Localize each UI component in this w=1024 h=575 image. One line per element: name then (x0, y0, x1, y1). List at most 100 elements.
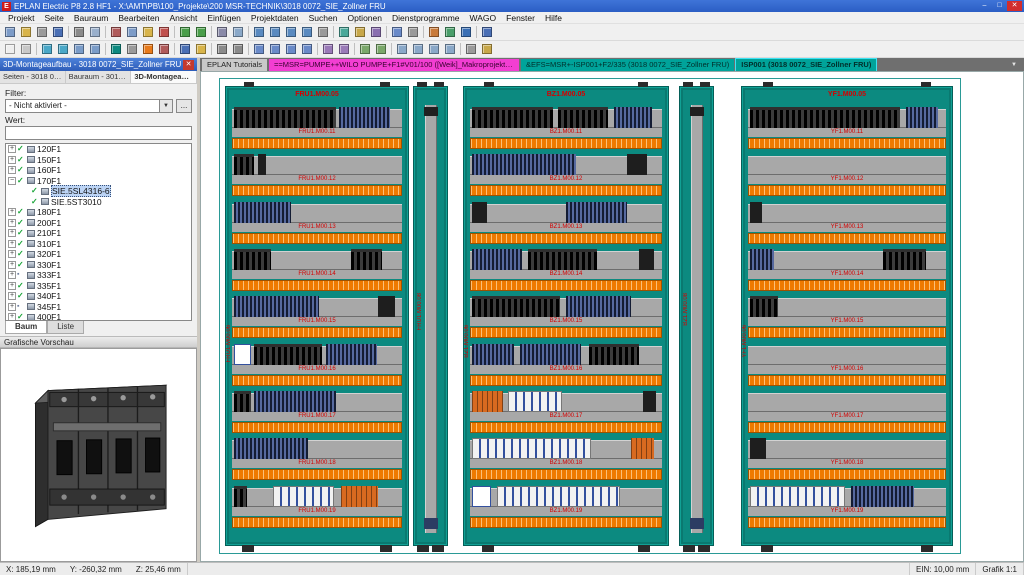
component-term[interactable] (566, 202, 627, 223)
component-or[interactable] (341, 486, 378, 507)
tree-item-400F1[interactable]: +✓400F1 (6, 312, 191, 321)
tab-list-dropdown-icon[interactable]: ▼ (1006, 59, 1022, 71)
component-term[interactable] (520, 344, 581, 365)
cabinet-panel[interactable]: YF1.M00.05YF1.M00.06YF1.M00.11YF1.M00.12… (741, 86, 953, 546)
mounting-rail[interactable] (470, 251, 662, 270)
cabinet-panel[interactable]: BZ1.M00.05BZ1.M00.06BZ1.M00.11BZ1.M00.12… (463, 86, 669, 546)
properties-icon[interactable] (389, 25, 405, 40)
mounting-rail-row[interactable]: FRU1.M00.19 (232, 486, 402, 533)
mounting-rail-row[interactable]: YF1.M00.15 (748, 296, 946, 343)
wire-duct[interactable] (470, 185, 662, 196)
tree-item-310F1[interactable]: +✓310F1 (6, 239, 191, 250)
wire-duct[interactable] (232, 422, 402, 433)
component-dk[interactable] (627, 154, 646, 175)
menu-projekt[interactable]: Projekt (3, 13, 39, 23)
component-term[interactable] (472, 344, 514, 365)
delete-icon[interactable] (156, 25, 172, 40)
wire-duct[interactable] (232, 327, 402, 338)
component-dk[interactable] (472, 202, 487, 223)
wire-duct[interactable] (232, 280, 402, 291)
expand-icon[interactable]: + (8, 271, 16, 279)
open-project-icon[interactable] (18, 25, 34, 40)
grid-icon[interactable] (463, 42, 479, 57)
graphical-preview-icon[interactable] (352, 25, 368, 40)
mirror-icon[interactable] (426, 42, 442, 57)
component-brk[interactable] (234, 154, 254, 175)
mounting-rail-row[interactable]: YF1.M00.17 (748, 391, 946, 438)
multi-select-icon[interactable] (18, 42, 34, 57)
mounting-rail[interactable] (232, 109, 402, 128)
component-term[interactable] (472, 154, 576, 175)
component-tag[interactable] (234, 344, 251, 365)
component-or[interactable] (472, 391, 503, 412)
wire-duct[interactable] (470, 233, 662, 244)
expand-icon[interactable]: + (8, 145, 16, 153)
mounting-rail-row[interactable]: FRU1.M00.15 (232, 296, 402, 343)
mounting-rail[interactable] (232, 488, 402, 507)
settings-icon[interactable] (405, 25, 421, 40)
stretch-icon[interactable] (442, 42, 458, 57)
panel-close-icon[interactable]: ✕ (183, 60, 194, 70)
mounting-rail-icon[interactable] (124, 42, 140, 57)
mounting-rail-row[interactable]: BZ1.M00.13 (470, 202, 662, 249)
wert-input[interactable] (5, 126, 192, 140)
wire-duct-icon[interactable] (140, 42, 156, 57)
part-selection-icon[interactable] (193, 42, 209, 57)
print-preview-icon[interactable] (87, 25, 103, 40)
wire-duct[interactable] (470, 517, 662, 528)
wire-duct[interactable] (748, 233, 946, 244)
ungroup-icon[interactable] (336, 42, 352, 57)
component-brk[interactable] (750, 296, 778, 317)
close-button[interactable]: ✕ (1007, 1, 1022, 11)
move-icon[interactable] (394, 42, 410, 57)
component-term[interactable] (472, 249, 522, 270)
mounting-rail[interactable] (232, 251, 402, 270)
document-tab-0[interactable]: EPLAN Tutorials (202, 59, 267, 71)
undo-icon[interactable] (177, 25, 193, 40)
component-brk[interactable] (234, 249, 271, 270)
wire-duct[interactable] (748, 185, 946, 196)
panel-tab-1[interactable]: Bauraum - 3018 007... (66, 71, 132, 83)
mounting-rail-row[interactable]: FRU1.M00.14 (232, 249, 402, 296)
mounting-rail[interactable] (470, 346, 662, 365)
wire-duct[interactable] (232, 233, 402, 244)
mounting-rail-row[interactable]: YF1.M00.16 (748, 344, 946, 391)
mounting-rail[interactable] (470, 298, 662, 317)
mounting-rail-row[interactable]: YF1.M00.19 (748, 486, 946, 533)
wire-duct[interactable] (470, 469, 662, 480)
mounting-rail[interactable] (748, 488, 946, 507)
menu-suchen[interactable]: Suchen (304, 13, 343, 23)
mounting-rail[interactable] (470, 440, 662, 459)
tree-tab-liste[interactable]: Liste (47, 321, 84, 334)
mounting-rail-row[interactable]: FRU1.M00.18 (232, 438, 402, 485)
menu-seite[interactable]: Seite (39, 13, 68, 23)
insert-cable-icon[interactable] (442, 25, 458, 40)
component-term[interactable] (339, 107, 390, 128)
component-term[interactable] (234, 296, 319, 317)
wire-duct[interactable] (232, 517, 402, 528)
wire-duct[interactable] (232, 138, 402, 149)
component-term[interactable] (851, 486, 914, 507)
maximize-button[interactable]: □ (992, 1, 1007, 11)
to-back-icon[interactable] (373, 42, 389, 57)
wire-duct[interactable] (470, 138, 662, 149)
tree-item-150F1[interactable]: +✓150F1 (6, 155, 191, 166)
expand-icon[interactable]: + (8, 261, 16, 269)
menu-einfügen[interactable]: Einfügen (202, 13, 246, 23)
mounting-rail[interactable] (470, 109, 662, 128)
mounting-rail[interactable] (748, 298, 946, 317)
mounting-rail[interactable] (470, 488, 662, 507)
wire-duct[interactable] (470, 327, 662, 338)
mounting-rail-row[interactable]: BZ1.M00.16 (470, 344, 662, 391)
align-bottom-icon[interactable] (299, 42, 315, 57)
align-left-icon[interactable] (251, 42, 267, 57)
filter-select[interactable]: - Nicht aktiviert - (5, 99, 160, 113)
mounting-rail-row[interactable]: FRU1.M00.11 (232, 107, 402, 154)
tree-item-SIE.5ST3010[interactable]: ✓SIE.5ST3010 (6, 197, 191, 208)
select-icon[interactable] (2, 42, 18, 57)
component-term[interactable] (254, 391, 336, 412)
component-term[interactable] (614, 107, 652, 128)
expand-icon[interactable]: + (8, 303, 16, 311)
layout-space-canvas[interactable]: FRU1.M00.05FRU1.M00.06FRU1.M00.11FRU1.M0… (200, 71, 1024, 562)
wire-duct[interactable] (470, 422, 662, 433)
